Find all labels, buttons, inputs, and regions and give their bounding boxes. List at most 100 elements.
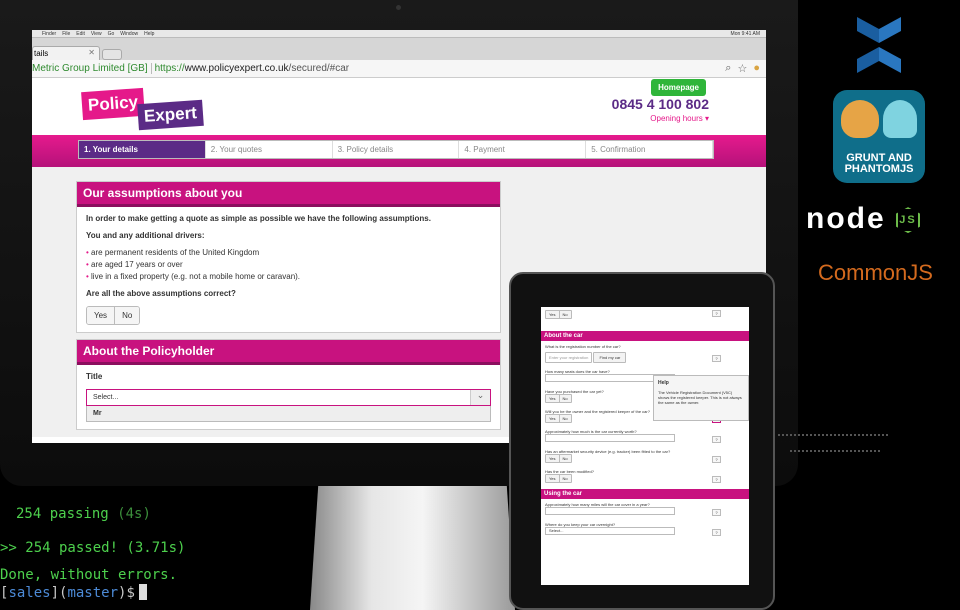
- no-button[interactable]: No: [558, 395, 571, 402]
- tab-title: tails: [34, 49, 49, 58]
- dotted-divider: [790, 450, 880, 452]
- camera-dot: [396, 5, 401, 10]
- bookmark-star-icon[interactable]: ☆: [737, 62, 747, 75]
- os-menu-window[interactable]: Window: [120, 31, 138, 37]
- miles-input[interactable]: [545, 507, 675, 515]
- help-button[interactable]: ?: [712, 355, 721, 362]
- title-select[interactable]: Select... ⌄: [86, 389, 491, 406]
- os-menu-go[interactable]: Go: [108, 31, 115, 37]
- policyholder-title: About the Policyholder: [77, 340, 500, 365]
- phone-number: 0845 4 100 802: [611, 96, 709, 112]
- help-button[interactable]: ?: [712, 529, 721, 536]
- no-button[interactable]: No: [558, 455, 571, 462]
- commonjs-logo: CommonJS: [818, 260, 933, 285]
- help-button[interactable]: ?: [712, 436, 721, 443]
- prompt-dir: sales: [8, 585, 51, 601]
- help-button[interactable]: ?: [712, 476, 721, 483]
- opening-hours-label: Opening hours: [650, 114, 703, 123]
- help-button[interactable]: ?: [712, 456, 721, 463]
- step-your-quotes: 2. Your quotes: [206, 141, 333, 158]
- help-tooltip: Help The Vehicle Registration Document (…: [653, 375, 749, 421]
- find-car-button[interactable]: Find my car: [594, 353, 626, 362]
- title-select-value: Select...: [93, 394, 119, 401]
- question-modified: Has the car been modified?: [545, 469, 594, 474]
- step-policy-details: 3. Policy details: [333, 141, 460, 158]
- backbone-logo-icon: [857, 17, 901, 73]
- list-item: are permanent residents of the United Ki…: [86, 248, 491, 257]
- close-tab-icon[interactable]: ✕: [88, 48, 95, 57]
- grunt-phantomjs-logo: GRUNT AND PHANTOMJS: [833, 90, 925, 183]
- opening-hours-link[interactable]: Opening hours ▾: [650, 114, 709, 123]
- new-tab-button[interactable]: [102, 49, 122, 60]
- ev-certificate-label[interactable]: Metric Group Limited [GB]: [32, 63, 152, 74]
- passing-count: 254 passing: [16, 506, 109, 522]
- progress-steps: 1. Your details 2. Your quotes 3. Policy…: [78, 140, 714, 159]
- help-button[interactable]: ?: [712, 509, 721, 516]
- chevron-down-icon: ⌄: [470, 390, 490, 405]
- browser-tabbar: tails ✕: [32, 38, 766, 60]
- site-header: Policy Expert Homepage 0845 4 100 802 Op…: [32, 78, 766, 135]
- drivers-heading: You and any additional drivers:: [86, 231, 205, 240]
- step-payment: 4. Payment: [459, 141, 587, 158]
- step-confirmation: 5. Confirmation: [586, 141, 713, 158]
- yes-button[interactable]: Yes: [546, 475, 559, 482]
- section-about-car: About the car: [541, 331, 749, 341]
- assumptions-question: Are all the above assumptions correct?: [86, 289, 236, 298]
- question-registration: What is the registration number of the c…: [545, 344, 621, 349]
- overnight-select[interactable]: Select...: [545, 527, 675, 535]
- stage: Finder File Edit View Go Window Help Mon…: [0, 0, 960, 610]
- magnifier-icon[interactable]: ⌕: [725, 62, 731, 75]
- yes-button[interactable]: Yes: [546, 395, 559, 402]
- help-button[interactable]: ?: [712, 310, 721, 317]
- step-your-details[interactable]: 1. Your details: [79, 141, 206, 158]
- logo-word-expert: Expert: [137, 99, 204, 131]
- os-menu-finder[interactable]: Finder: [42, 31, 56, 37]
- no-button[interactable]: No: [114, 307, 140, 324]
- os-menubar: Finder File Edit View Go Window Help Mon…: [32, 30, 766, 38]
- no-button[interactable]: No: [558, 415, 571, 422]
- url-path: /secured/#car: [288, 63, 350, 74]
- chevron-down-icon: ▾: [704, 114, 709, 123]
- assumptions-panel: Our assumptions about you In order to ma…: [76, 181, 501, 333]
- browser-tab[interactable]: tails ✕: [32, 46, 100, 60]
- no-button[interactable]: No: [558, 475, 571, 482]
- yes-button[interactable]: Yes: [546, 311, 559, 318]
- ipad-device: Yes No ? About the car What is the regist…: [509, 272, 775, 610]
- terminal-line-passed: >> 254 passed! (3.71s): [0, 540, 186, 556]
- os-menu-edit[interactable]: Edit: [76, 31, 85, 37]
- section-using-car: Using the car: [541, 489, 749, 499]
- terminal-cursor: [138, 584, 147, 600]
- yes-button[interactable]: Yes: [546, 415, 559, 422]
- nodejs-wordmark: node: [806, 202, 886, 235]
- assumptions-title: Our assumptions about you: [77, 182, 500, 207]
- progress-band: 1. Your details 2. Your quotes 3. Policy…: [32, 135, 766, 167]
- extension-cookie-icon[interactable]: ●: [753, 62, 760, 75]
- homepage-button[interactable]: Homepage: [651, 79, 706, 96]
- os-clock: Mon 9:41 AM: [730, 30, 760, 37]
- title-option-mr[interactable]: Mr: [86, 406, 491, 422]
- terminal-prompt[interactable]: [sales](master)$: [0, 584, 147, 601]
- worth-input[interactable]: [545, 434, 675, 442]
- tablet-screen: Yes No ? About the car What is the regist…: [541, 307, 749, 585]
- url-scheme: https://: [154, 63, 185, 74]
- title-field-label: Title: [86, 372, 103, 381]
- assumptions-intro: In order to make getting a quote as simp…: [86, 214, 431, 223]
- address-bar[interactable]: Metric Group Limited [GB] https:// www.p…: [32, 60, 766, 78]
- no-button[interactable]: No: [558, 311, 571, 318]
- yes-button[interactable]: Yes: [87, 307, 115, 324]
- phantomjs-ghost-icon: [883, 100, 917, 138]
- policy-expert-logo[interactable]: Policy Expert: [81, 87, 214, 131]
- os-menu-file[interactable]: File: [62, 31, 70, 37]
- passing-time: (4s): [117, 506, 151, 522]
- assumptions-yes-no: Yes No: [86, 306, 141, 325]
- monitor-stand: [310, 486, 515, 610]
- help-title: Help: [658, 380, 669, 386]
- prompt-branch: master: [67, 585, 119, 601]
- dotted-divider: [778, 434, 888, 436]
- grunt-phantomjs-label: GRUNT AND PHANTOMJS: [844, 152, 914, 175]
- yes-button[interactable]: Yes: [546, 455, 559, 462]
- os-menu-help[interactable]: Help: [144, 31, 154, 37]
- registration-input[interactable]: Enter your registration: [546, 353, 592, 362]
- os-menu-view[interactable]: View: [91, 31, 102, 37]
- grunt-boar-icon: [841, 100, 879, 138]
